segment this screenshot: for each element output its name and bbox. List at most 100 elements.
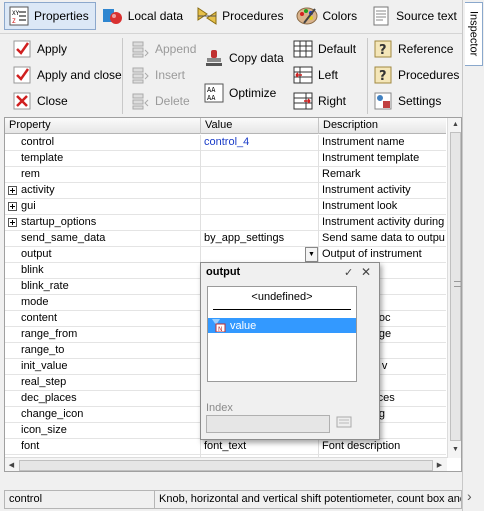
- scroll-down-arrow-icon[interactable]: ▼: [448, 443, 461, 456]
- property-name-cell[interactable]: dec_places: [5, 391, 201, 407]
- copy-data-button[interactable]: Copy data: [204, 47, 284, 69]
- table-row[interactable]: gui Instrument look: [5, 199, 446, 215]
- property-value-cell[interactable]: ▼: [201, 247, 319, 263]
- property-name-cell[interactable]: send_same_data: [5, 231, 201, 247]
- variable-icon: N: [212, 319, 226, 333]
- property-name-cell[interactable]: change_icon: [5, 407, 201, 423]
- table-row[interactable]: startup_options Instrument activity durin…: [5, 215, 446, 231]
- tab-colors[interactable]: Colors: [292, 2, 364, 30]
- property-name-cell[interactable]: font: [5, 439, 201, 455]
- property-value-cell[interactable]: control_4: [201, 135, 319, 151]
- tab-inspector[interactable]: Inspector: [465, 2, 483, 66]
- property-name: font: [21, 440, 40, 452]
- property-name-cell[interactable]: real_step: [5, 375, 201, 391]
- close-icon[interactable]: ✕: [361, 265, 371, 279]
- table-row[interactable]: output ▼ Output of instrument: [5, 247, 446, 263]
- table-row[interactable]: rem Remark: [5, 167, 446, 183]
- property-value-cell[interactable]: [201, 151, 319, 167]
- output-list[interactable]: <undefined> N value: [207, 286, 357, 382]
- property-name: blink_rate: [21, 280, 69, 292]
- append-button[interactable]: Append: [130, 38, 196, 60]
- tab-properties[interactable]: XY Z Properties: [4, 2, 96, 30]
- property-name: init_value: [21, 360, 68, 372]
- tab-local-data[interactable]: Local data: [98, 2, 190, 30]
- property-name-cell[interactable]: activity: [5, 183, 201, 199]
- source-text-icon: [370, 5, 392, 27]
- table-row[interactable]: template Instrument template: [5, 151, 446, 167]
- insert-button[interactable]: Insert: [130, 64, 185, 86]
- list-item-undefined[interactable]: <undefined>: [208, 291, 356, 303]
- header-description[interactable]: Description: [319, 118, 446, 134]
- property-name: output: [21, 248, 52, 260]
- apply-button[interactable]: Apply: [12, 38, 67, 60]
- tab-label: Local data: [127, 9, 184, 23]
- table-row[interactable]: control control_4 Instrument name: [5, 135, 446, 151]
- table-row[interactable]: activity Instrument activity: [5, 183, 446, 199]
- horizontal-scrollbar[interactable]: ◀ ▶: [5, 457, 447, 471]
- property-name-cell[interactable]: range_from: [5, 327, 201, 343]
- scroll-right-arrow-icon[interactable]: ▶: [433, 458, 446, 471]
- header-property[interactable]: Property: [5, 118, 201, 134]
- scrollbar-thumb[interactable]: [19, 460, 433, 471]
- svg-text:N: N: [218, 326, 223, 332]
- property-name-cell[interactable]: control: [5, 135, 201, 151]
- property-value-cell[interactable]: [201, 183, 319, 199]
- index-input[interactable]: [206, 415, 330, 433]
- list-item-value[interactable]: N value: [208, 318, 356, 333]
- header-value[interactable]: Value: [201, 118, 319, 134]
- property-value-cell[interactable]: [201, 199, 319, 215]
- inspector-panel: XY Z Properties Local data Procedures Col…: [0, 0, 462, 511]
- property-name-cell[interactable]: blink: [5, 263, 201, 279]
- property-name-cell[interactable]: mode: [5, 295, 201, 311]
- scroll-left-arrow-icon[interactable]: ◀: [5, 458, 18, 471]
- index-label: Index: [206, 402, 233, 414]
- chevron-right-icon[interactable]: ›: [467, 488, 472, 504]
- property-value-cell[interactable]: [201, 167, 319, 183]
- property-description: Instrument name: [322, 136, 405, 148]
- property-name-cell[interactable]: gui: [5, 199, 201, 215]
- property-name-cell[interactable]: blink_rate: [5, 279, 201, 295]
- apply-and-close-button[interactable]: Apply and close: [12, 64, 122, 86]
- confirm-icon[interactable]: ✓: [344, 266, 353, 279]
- tab-procedures[interactable]: Procedures: [192, 2, 290, 30]
- expand-icon[interactable]: [8, 186, 17, 195]
- dropdown-arrow-icon[interactable]: ▼: [305, 247, 318, 262]
- table-row[interactable]: send_same_data by_app_settings Send same d…: [5, 231, 446, 247]
- scroll-up-arrow-icon[interactable]: ▲: [448, 118, 461, 131]
- property-name-cell[interactable]: init_value: [5, 359, 201, 375]
- table-row[interactable]: font font_text Font description: [5, 439, 446, 455]
- property-value-cell[interactable]: font_text: [201, 439, 319, 455]
- property-name-cell[interactable]: startup_options: [5, 215, 201, 231]
- vertical-scrollbar[interactable]: ▲ ▼: [447, 118, 461, 458]
- align-left-button[interactable]: Left: [293, 64, 338, 86]
- stamp-icon: [204, 48, 224, 68]
- property-name: activity: [21, 184, 55, 196]
- checkmark-icon: [12, 39, 32, 59]
- svg-text:XY: XY: [12, 10, 20, 17]
- align-right-button[interactable]: Right: [293, 90, 346, 112]
- settings-button[interactable]: Settings: [373, 90, 441, 112]
- property-name-cell[interactable]: range_to: [5, 343, 201, 359]
- property-name-cell[interactable]: output: [5, 247, 201, 263]
- status-description: Knob, horizontal and vertical shift pote…: [155, 490, 462, 509]
- property-name-cell[interactable]: content: [5, 311, 201, 327]
- property-name-cell[interactable]: icon_size: [5, 423, 201, 439]
- property-name-cell[interactable]: rem: [5, 167, 201, 183]
- align-default-button[interactable]: Default: [293, 38, 356, 60]
- expand-icon[interactable]: [8, 202, 17, 211]
- scrollbar-thumb[interactable]: [450, 132, 461, 441]
- property-description: Instrument look: [322, 200, 398, 212]
- close-button[interactable]: Close: [12, 90, 68, 112]
- procedures-help-button[interactable]: ? Procedures: [373, 64, 459, 86]
- property-name-cell[interactable]: template: [5, 151, 201, 167]
- index-picker-icon[interactable]: [335, 416, 353, 432]
- delete-button[interactable]: Delete: [130, 90, 190, 112]
- tab-source-text[interactable]: Source text: [366, 2, 464, 30]
- optimize-button[interactable]: AA AA Optimize: [204, 82, 276, 104]
- reference-button[interactable]: ? Reference: [373, 38, 453, 60]
- property-value-cell[interactable]: [201, 215, 319, 231]
- property-value-cell[interactable]: by_app_settings: [201, 231, 319, 247]
- close-icon: [12, 91, 32, 111]
- expand-icon[interactable]: [8, 218, 17, 227]
- right-dock-bar: Inspector ›: [462, 0, 484, 511]
